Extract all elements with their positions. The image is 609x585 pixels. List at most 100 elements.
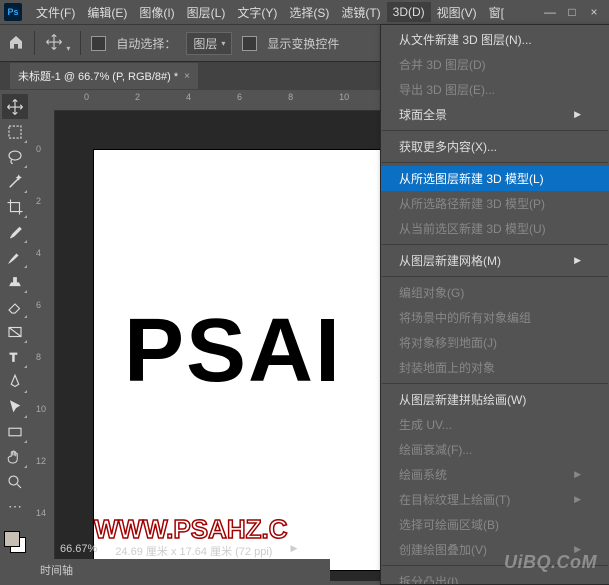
document-tab-title: 未标题-1 @ 66.7% (P, RGB/8#) * — [18, 68, 178, 84]
magic-wand-tool[interactable] — [2, 169, 28, 194]
close-tab-icon[interactable]: × — [184, 71, 190, 82]
hand-tool[interactable] — [2, 444, 28, 469]
minimize-button[interactable]: — — [539, 2, 561, 22]
edit-toolbar[interactable]: ⋯ — [2, 494, 28, 519]
ruler-vertical[interactable]: 0 2 4 6 8 10 12 14 16 — [34, 110, 55, 581]
brush-tool[interactable] — [2, 244, 28, 269]
menu-3d-paint-falloff[interactable]: 绘画衰减(F)... — [381, 437, 609, 462]
menu-separator — [382, 130, 608, 131]
menu-window[interactable]: 窗[ — [483, 1, 510, 24]
svg-text:T: T — [10, 350, 18, 364]
ruler-tick: 14 — [34, 506, 54, 520]
app-logo: Ps — [4, 3, 22, 21]
menu-3d-group-objects[interactable]: 编组对象(G) — [381, 280, 609, 305]
ruler-tick: 8 — [286, 90, 295, 110]
ruler-tick: 12 — [34, 454, 54, 468]
menu-separator — [382, 276, 608, 277]
ruler-tick: 2 — [133, 90, 142, 110]
close-button[interactable]: × — [583, 2, 605, 22]
move-tool-icon[interactable]: ▾ — [45, 33, 70, 54]
path-select-tool[interactable] — [2, 394, 28, 419]
chevron-down-icon: ▾ — [221, 39, 225, 48]
menu-filter[interactable]: 滤镜(T) — [335, 1, 386, 24]
show-transform-checkbox[interactable] — [242, 36, 257, 51]
crop-tool[interactable] — [2, 194, 28, 219]
menu-3d-generate-uv[interactable]: 生成 UV... — [381, 412, 609, 437]
menu-3d[interactable]: 3D(D) — [387, 2, 431, 22]
menubar: Ps 文件(F) 编辑(E) 图像(I) 图层(L) 文字(Y) 选择(S) 滤… — [0, 0, 609, 24]
canvas-info: 66.67% 24.69 厘米 x 17.64 厘米 (72 ppi) ▶ — [60, 543, 297, 559]
auto-select-checkbox[interactable] — [91, 36, 106, 51]
menu-3d-dropdown: 从文件新建 3D 图层(N)... 合并 3D 图层(D) 导出 3D 图层(E… — [380, 24, 609, 585]
menu-3d-new-from-selection[interactable]: 从当前选区新建 3D 模型(U) — [381, 216, 609, 241]
home-icon[interactable] — [8, 34, 24, 53]
menu-3d-spherical-panorama[interactable]: 球面全景▶ — [381, 102, 609, 127]
eraser-tool[interactable] — [2, 294, 28, 319]
zoom-tool[interactable] — [2, 469, 28, 494]
ruler-origin — [34, 90, 55, 111]
menu-3d-new-tiled-painting[interactable]: 从图层新建拼贴绘画(W) — [381, 387, 609, 412]
eyedropper-tool[interactable] — [2, 219, 28, 244]
menu-3d-new-from-path[interactable]: 从所选路径新建 3D 模型(P) — [381, 191, 609, 216]
menu-3d-pack-on-ground[interactable]: 封装地面上的对象 — [381, 355, 609, 380]
menu-image[interactable]: 图像(I) — [133, 1, 180, 24]
menu-3d-new-from-layer[interactable]: 从所选图层新建 3D 模型(L) — [381, 166, 609, 191]
ruler-tick: 6 — [34, 298, 54, 312]
auto-select-dropdown[interactable]: 图层 ▾ — [186, 32, 232, 55]
menu-3d-group-all[interactable]: 将场景中的所有对象编组 — [381, 305, 609, 330]
menu-type[interactable]: 文字(Y) — [231, 1, 283, 24]
clone-stamp-tool[interactable] — [2, 269, 28, 294]
marquee-tool[interactable] — [2, 119, 28, 144]
ruler-tick: 0 — [34, 142, 54, 156]
menu-separator — [382, 383, 608, 384]
canvas-main-text: PSAI — [124, 300, 342, 403]
ruler-tick: 10 — [337, 90, 351, 110]
ruler-tick: 8 — [34, 350, 54, 364]
menu-file[interactable]: 文件(F) — [30, 1, 81, 24]
auto-select-value: 图层 — [193, 35, 217, 52]
ruler-tick: 10 — [34, 402, 54, 416]
menu-3d-paint-system[interactable]: 绘画系统▶ — [381, 462, 609, 487]
foreground-background-swatch[interactable] — [4, 531, 26, 553]
menu-3d-paint-on-target[interactable]: 在目标纹理上绘画(T)▶ — [381, 487, 609, 512]
maximize-button[interactable]: □ — [561, 2, 583, 22]
zoom-value[interactable]: 66.67% — [60, 543, 97, 559]
menu-3d-move-to-ground[interactable]: 将对象移到地面(J) — [381, 330, 609, 355]
lasso-tool[interactable] — [2, 144, 28, 169]
menu-edit[interactable]: 编辑(E) — [81, 1, 133, 24]
menu-view[interactable]: 视图(V) — [431, 1, 483, 24]
ruler-tick: 6 — [235, 90, 244, 110]
menu-3d-merge-layers[interactable]: 合并 3D 图层(D) — [381, 52, 609, 77]
menu-3d-new-mesh-from-layer[interactable]: 从图层新建网格(M)▶ — [381, 248, 609, 273]
menu-3d-new-layer-from-file[interactable]: 从文件新建 3D 图层(N)... — [381, 27, 609, 52]
divider — [80, 31, 81, 55]
ruler-tick: 0 — [82, 90, 91, 110]
menu-layer[interactable]: 图层(L) — [181, 1, 232, 24]
rectangle-tool[interactable] — [2, 419, 28, 444]
gradient-tool[interactable] — [2, 319, 28, 344]
move-tool[interactable] — [2, 94, 28, 119]
timeline-panel-label[interactable]: 时间轴 — [40, 562, 73, 578]
color-swatch-area — [0, 527, 30, 581]
menu-3d-export-layer[interactable]: 导出 3D 图层(E)... — [381, 77, 609, 102]
divider — [34, 31, 35, 55]
ruler-tick: 4 — [184, 90, 193, 110]
menu-3d-get-more-content[interactable]: 获取更多内容(X)... — [381, 134, 609, 159]
ruler-tick: 2 — [34, 194, 54, 208]
menu-3d-select-paintable[interactable]: 选择可绘画区域(B) — [381, 512, 609, 537]
type-tool[interactable]: T — [2, 344, 28, 369]
document-canvas[interactable]: PSAI WWW.PSAHZ.C — [94, 150, 414, 570]
foreground-color[interactable] — [4, 531, 20, 547]
document-tab[interactable]: 未标题-1 @ 66.7% (P, RGB/8#) * × — [10, 63, 198, 89]
ruler-tick: 4 — [34, 246, 54, 260]
menu-separator — [382, 244, 608, 245]
show-transform-label: 显示变换控件 — [267, 35, 339, 52]
watermark: UiBQ.CoM — [504, 552, 597, 573]
window-controls: — □ × — [539, 2, 605, 22]
menu-select[interactable]: 选择(S) — [283, 1, 335, 24]
pen-tool[interactable] — [2, 369, 28, 394]
canvas-dimensions: 24.69 厘米 x 17.64 厘米 (72 ppi) — [115, 543, 272, 559]
canvas-url-text: WWW.PSAHZ.C — [94, 514, 414, 545]
status-bar: 时间轴 — [30, 559, 330, 581]
menu-separator — [382, 162, 608, 163]
